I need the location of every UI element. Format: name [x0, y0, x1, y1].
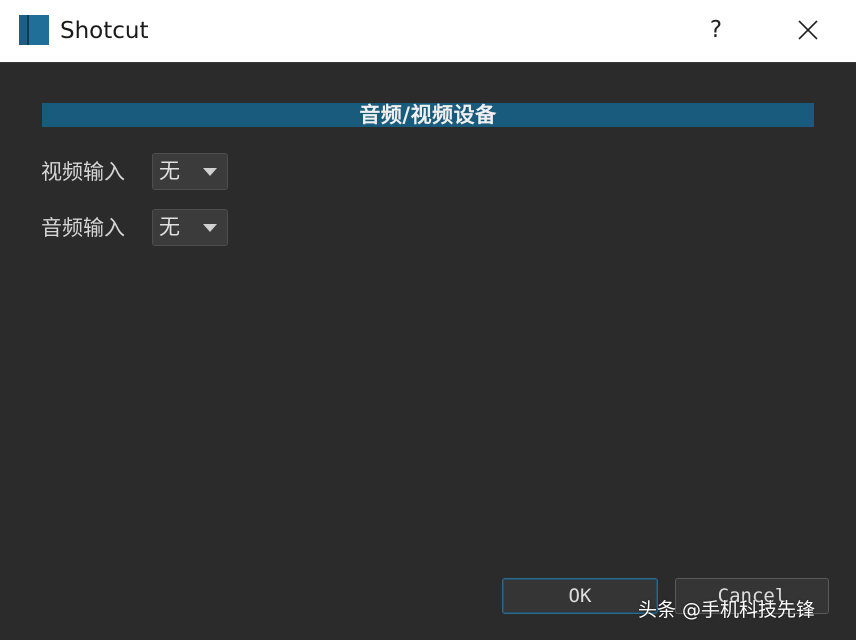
- title-bar: Shotcut ?: [0, 0, 856, 63]
- audio-input-label: 音频输入: [41, 216, 125, 240]
- video-input-label: 视频输入: [41, 160, 125, 184]
- audio-input-value: 无: [159, 215, 180, 239]
- section-header: 音频/视频设备: [42, 103, 814, 127]
- audio-input-combobox[interactable]: 无: [152, 209, 228, 246]
- help-button[interactable]: ?: [696, 10, 736, 50]
- close-button[interactable]: [786, 10, 830, 50]
- ok-button[interactable]: OK: [502, 578, 658, 614]
- watermark-text: 头条 @手机科技先锋: [638, 599, 816, 621]
- close-icon: [798, 20, 818, 40]
- chevron-down-icon: [203, 168, 217, 176]
- video-input-value: 无: [159, 159, 180, 183]
- chevron-down-icon: [203, 224, 217, 232]
- window-title: Shotcut: [60, 18, 149, 44]
- shotcut-dialog: Shotcut ? 音频/视频设备 视频输入 无 音频输入 无 OK Cance…: [0, 0, 856, 640]
- video-input-combobox[interactable]: 无: [152, 153, 228, 190]
- dialog-content: 音频/视频设备 视频输入 无 音频输入 无 OK Cancel: [0, 63, 856, 640]
- shotcut-app-icon: [18, 14, 50, 46]
